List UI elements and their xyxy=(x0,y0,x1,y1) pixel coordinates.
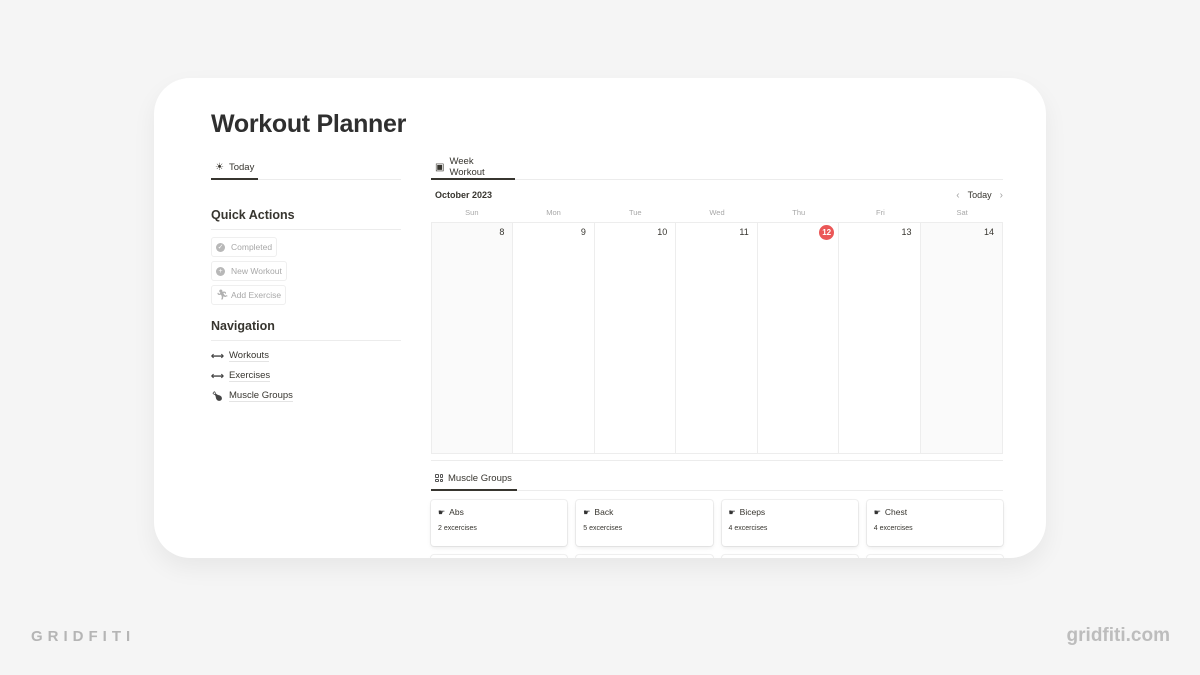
calendar-icon: ▣ xyxy=(435,161,445,173)
flexed-arm-icon: ☛ xyxy=(583,507,591,517)
section-divider xyxy=(431,460,1003,461)
drumstick-icon: 🍗︎ xyxy=(211,390,224,401)
day-cell-today[interactable]: 12 xyxy=(757,223,840,453)
today-button[interactable]: Today xyxy=(968,190,992,200)
calendar-month: October 2023 xyxy=(435,190,493,200)
muscle-group-name: Biceps xyxy=(739,507,766,517)
nav-item-label: Exercises xyxy=(229,370,271,382)
nav-item-label: Workouts xyxy=(229,350,269,362)
calendar-tab-bar: ▣ Week Workout xyxy=(431,156,1003,180)
right-column: ▣ Week Workout October 2023 ‹ Today › Su… xyxy=(431,156,1003,558)
exercise-count: 5 excercises xyxy=(583,525,623,532)
chevron-left-icon[interactable]: ‹ xyxy=(956,190,959,201)
weekday-label: Sun xyxy=(465,208,479,217)
flexed-arm-icon: ☛ xyxy=(438,507,446,517)
exercise-count: 2 excercises xyxy=(438,525,477,532)
nav-item-muscle-groups[interactable]: 🍗︎ Muscle Groups xyxy=(211,389,401,403)
nav-item-workouts[interactable]: ⟷ Workouts xyxy=(211,349,401,363)
muscle-group-card-clipped[interactable] xyxy=(866,555,1003,558)
day-cell[interactable]: 11 xyxy=(676,223,758,453)
day-number: 8 xyxy=(499,227,505,237)
muscle-group-name: Back xyxy=(594,507,614,517)
tab-today-label: Today xyxy=(228,161,255,173)
quick-actions-heading: Quick Actions xyxy=(211,208,401,230)
muscle-groups-tab-bar: Muscle Groups xyxy=(431,467,1003,491)
day-number: 14 xyxy=(983,227,994,237)
tab-today[interactable]: ☀ Today xyxy=(211,156,259,180)
left-column: ☀ Today Quick Actions ✓ Completed + New … xyxy=(211,156,401,403)
muscle-group-card[interactable]: ☛ Abs 2 excercises xyxy=(431,500,568,546)
navigation-heading: Navigation xyxy=(211,319,401,341)
dumbbell-icon: ⟷ xyxy=(211,370,224,381)
muscle-group-card-clipped[interactable] xyxy=(721,555,858,558)
dumbbell-icon: ⟷ xyxy=(211,350,224,361)
week-grid: 8 9 10 11 12 13 14 xyxy=(431,222,1003,454)
weekday-label: Mon xyxy=(546,208,561,217)
muscle-group-name: Abs xyxy=(449,507,464,517)
tab-muscle-groups-label: Muscle Groups xyxy=(448,472,512,484)
weekday-label: Thu xyxy=(792,208,806,217)
day-cell[interactable]: 13 xyxy=(839,223,921,453)
day-number: 13 xyxy=(901,227,912,237)
exercise-count: 4 excercises xyxy=(873,525,913,532)
muscle-group-name: Chest xyxy=(884,507,908,517)
muscle-group-card[interactable]: ☛ Chest 4 excercises xyxy=(866,500,1003,546)
gallery-grid-icon xyxy=(435,474,443,482)
flexed-arm-icon: ☛ xyxy=(873,507,881,517)
weekday-label: Fri xyxy=(876,208,885,217)
day-number: 11 xyxy=(739,227,749,237)
day-cell[interactable]: 10 xyxy=(594,223,677,453)
completed-button-label: Completed xyxy=(231,242,273,252)
weekday-label: Tue xyxy=(628,208,642,217)
day-cell[interactable]: 9 xyxy=(513,223,595,453)
weekday-header: Sun Mon Tue Wed Thu Fri Sat xyxy=(431,208,1003,222)
nav-item-exercises[interactable]: ⟷ Exercises xyxy=(211,369,401,383)
tab-week-workout-label: Week Workout xyxy=(449,156,485,178)
calendar-nav: ‹ Today › xyxy=(956,190,1003,201)
add-exercise-button[interactable]: 🏃︎ Add Exercise xyxy=(211,285,287,305)
exercise-count: 4 excercises xyxy=(728,525,768,532)
add-exercise-button-label: Add Exercise xyxy=(231,290,282,300)
day-cell[interactable]: 8 xyxy=(432,223,514,453)
chevron-right-icon[interactable]: › xyxy=(1000,190,1003,201)
plus-circle-icon: + xyxy=(216,266,225,276)
flexed-arm-icon: ☛ xyxy=(728,507,736,517)
check-circle-icon: ✓ xyxy=(216,242,225,252)
weekday-label: Wed xyxy=(709,208,725,217)
muscle-group-card[interactable]: ☛ Back 5 excercises xyxy=(576,500,713,546)
completed-button[interactable]: ✓ Completed xyxy=(211,237,278,257)
tab-muscle-groups[interactable]: Muscle Groups xyxy=(431,467,517,491)
weekday-label: Sat xyxy=(956,208,968,217)
brand-logo: GRIDFITI xyxy=(31,628,136,645)
sun-icon: ☀ xyxy=(215,161,224,173)
day-number: 10 xyxy=(657,227,668,237)
notion-page-card: Workout Planner ☀ Today Quick Actions ✓ … xyxy=(154,78,1046,558)
quick-actions-list: ✓ Completed + New Workout 🏃︎ Add Exercis… xyxy=(211,237,401,305)
navigation-list: ⟷ Workouts ⟷ Exercises 🍗︎ Muscle Groups xyxy=(211,349,401,403)
muscle-group-card-clipped[interactable] xyxy=(576,555,713,558)
calendar-header: October 2023 ‹ Today › xyxy=(431,188,1003,202)
muscle-group-card[interactable]: ☛ Biceps 4 excercises xyxy=(721,500,858,546)
day-number: 9 xyxy=(580,227,586,237)
today-badge: 12 xyxy=(819,225,835,240)
tab-week-workout[interactable]: ▣ Week Workout xyxy=(431,156,515,180)
nav-item-label: Muscle Groups xyxy=(229,390,293,402)
muscle-group-card-clipped[interactable] xyxy=(431,555,568,558)
new-workout-button[interactable]: + New Workout xyxy=(211,261,287,281)
muscle-groups-gallery: ☛ Abs 2 excercises ☛ Back 5 excercises ☛ Bi… xyxy=(431,500,1003,558)
brand-url: gridfiti.com xyxy=(1066,625,1170,646)
today-tab-bar: ☀ Today xyxy=(211,156,401,180)
running-person-icon: 🏃︎ xyxy=(216,289,229,301)
page-title: Workout Planner xyxy=(211,110,407,138)
day-cell[interactable]: 14 xyxy=(920,223,1002,453)
new-workout-button-label: New Workout xyxy=(231,266,282,276)
